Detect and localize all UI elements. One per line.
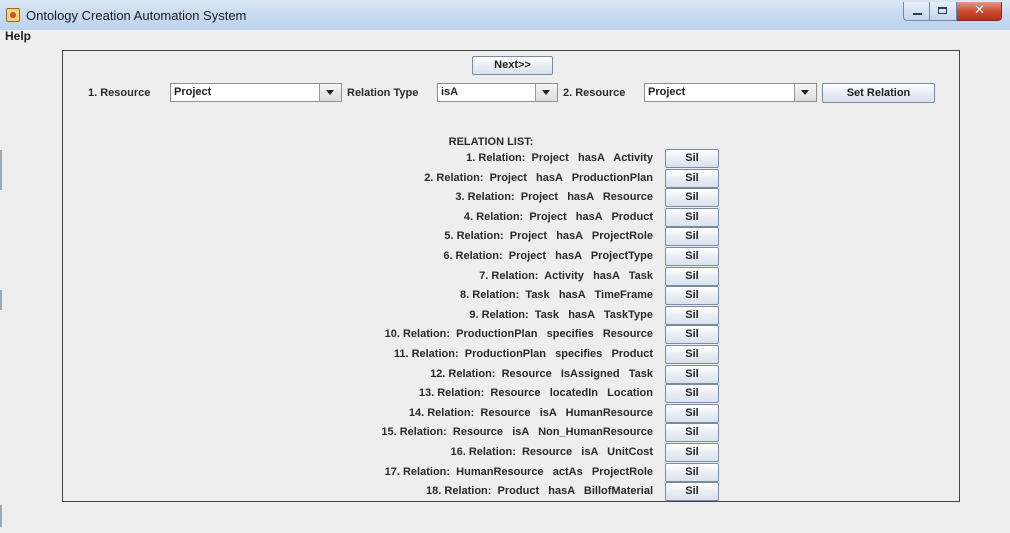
delete-relation-button[interactable]: Sil xyxy=(665,188,719,208)
relation-text: 2. Relation: Project hasA ProductionPlan xyxy=(424,171,653,184)
relation-row: 11. Relation: ProductionPlan specifies P… xyxy=(0,345,1010,365)
relation-row: 12. Relation: Resource IsAssigned Task Si… xyxy=(0,364,1010,385)
next-button[interactable]: Next>> xyxy=(472,56,553,75)
relation-row: 3. Relation: Project hasA Resource Sil xyxy=(0,188,1010,208)
resource2-select[interactable]: Project xyxy=(644,83,817,102)
relation-row: 8. Relation: Task hasA TimeFrame Sil xyxy=(0,286,1010,306)
relation-row: 6. Relation: Project hasA ProjectType Sil xyxy=(0,247,1010,267)
delete-relation-button[interactable]: Sil xyxy=(665,247,719,266)
resource2-label: 2. Resource xyxy=(563,87,626,99)
delete-relation-button[interactable]: Sil xyxy=(665,364,719,384)
delete-relation-button[interactable]: Sil xyxy=(665,149,719,168)
minimize-button[interactable] xyxy=(903,2,930,21)
delete-relation-button[interactable]: Sil xyxy=(665,345,719,364)
delete-relation-button[interactable]: Sil xyxy=(665,443,719,462)
left-edge-mark xyxy=(0,505,2,527)
relation-row: 17. Relation: HumanResource actAs Projec… xyxy=(0,462,1010,483)
minimize-icon xyxy=(913,13,922,15)
resource2-value: Project xyxy=(648,86,686,98)
relation-text: 4. Relation: Project hasA Product xyxy=(463,210,653,223)
relation-text: 5. Relation: Project hasA ProjectRole xyxy=(444,230,653,243)
delete-relation-button[interactable]: Sil xyxy=(665,286,719,306)
relation-text: 11. Relation: ProductionPlan specifies P… xyxy=(393,348,653,360)
close-button[interactable]: ✕ xyxy=(957,2,1002,21)
relation-text: 12. Relation: Resource IsAssigned Task xyxy=(430,367,653,380)
maximize-button[interactable] xyxy=(930,2,957,21)
maximize-icon xyxy=(938,7,947,14)
relation-row: 9. Relation: Task hasA TaskType Sil xyxy=(0,305,1010,326)
relation-row: 4. Relation: Project hasA Product Sil xyxy=(0,207,1010,228)
relation-row: 15. Relation: Resource isA Non_HumanReso… xyxy=(0,423,1010,443)
close-icon: ✕ xyxy=(974,3,985,18)
set-relation-button[interactable]: Set Relation xyxy=(822,83,935,103)
relation-text: 8. Relation: Task hasA TimeFrame xyxy=(460,289,653,302)
relation-text: 18. Relation: Product hasA BillofMateria… xyxy=(426,485,653,498)
resource1-label: 1. Resource xyxy=(88,87,151,99)
relation-row: 13. Relation: Resource locatedIn Locatio… xyxy=(0,384,1010,404)
menu-bar: Help xyxy=(0,29,1010,44)
relation-text: 6. Relation: Project hasA ProjectType xyxy=(443,250,653,262)
java-app-icon xyxy=(6,8,20,22)
relation-type-value: isA xyxy=(441,86,459,98)
delete-relation-button[interactable]: Sil xyxy=(665,462,719,482)
relation-row: 18. Relation: Product hasA BillofMateria… xyxy=(0,482,1010,502)
relation-type-select[interactable]: isA xyxy=(437,83,558,102)
delete-relation-button[interactable]: Sil xyxy=(665,207,719,227)
relation-text: 10. Relation: ProductionPlan specifies R… xyxy=(384,328,653,341)
delete-relation-button[interactable]: Sil xyxy=(665,168,719,188)
delete-relation-button[interactable]: Sil xyxy=(665,227,719,247)
window-title: Ontology Creation Automation System xyxy=(26,8,247,23)
delete-relation-button[interactable]: Sil xyxy=(665,266,719,286)
delete-relation-button[interactable]: Sil xyxy=(665,384,719,404)
delete-relation-button[interactable]: Sil xyxy=(665,482,719,502)
relation-text: 7. Relation: Activity hasA Task xyxy=(479,269,653,282)
relation-list-title: RELATION LIST: xyxy=(448,136,534,148)
relation-row: 16. Relation: Resource isA UnitCost Sil xyxy=(0,443,1010,463)
chevron-down-icon[interactable] xyxy=(535,84,557,101)
relation-text: 1. Relation: Project hasA Activity xyxy=(466,152,653,164)
delete-relation-button[interactable]: Sil xyxy=(665,403,719,423)
app-window: Ontology Creation Automation System ✕ He… xyxy=(0,0,1010,533)
chevron-down-icon[interactable] xyxy=(794,84,816,101)
relation-text: 9. Relation: Task hasA TaskType xyxy=(469,308,653,321)
window-controls: ✕ xyxy=(903,2,1002,22)
relation-row: 2. Relation: Project hasA ProductionPlan… xyxy=(0,168,1010,189)
relation-type-label: Relation Type xyxy=(347,87,419,99)
resource1-value: Project xyxy=(174,86,212,98)
relation-text: 14. Relation: Resource isA HumanResource xyxy=(408,406,653,419)
delete-relation-button[interactable]: Sil xyxy=(665,305,719,325)
relation-text: 3. Relation: Project hasA Resource xyxy=(455,191,653,204)
chevron-down-icon[interactable] xyxy=(319,84,341,101)
relation-text: 13. Relation: Resource locatedIn Locatio… xyxy=(418,387,653,400)
delete-relation-button[interactable]: Sil xyxy=(665,423,719,443)
relation-text: 16. Relation: Resource isA UnitCost xyxy=(450,446,653,458)
resource1-select[interactable]: Project xyxy=(170,83,342,102)
delete-relation-button[interactable]: Sil xyxy=(665,325,719,345)
relation-text: 17. Relation: HumanResource actAs Projec… xyxy=(384,465,653,478)
relation-row: 14. Relation: Resource isA HumanResource… xyxy=(0,403,1010,424)
title-bar[interactable]: Ontology Creation Automation System ✕ xyxy=(0,0,1010,31)
relation-row: 7. Relation: Activity hasA Task Sil xyxy=(0,266,1010,287)
relation-text: 15. Relation: Resource isA Non_HumanReso… xyxy=(381,426,653,439)
relation-row: 5. Relation: Project hasA ProjectRole Sil xyxy=(0,227,1010,247)
relation-row: 1. Relation: Project hasA Activity Sil xyxy=(0,149,1010,169)
relation-row: 10. Relation: ProductionPlan specifies R… xyxy=(0,325,1010,345)
menu-help[interactable]: Help xyxy=(5,29,31,43)
